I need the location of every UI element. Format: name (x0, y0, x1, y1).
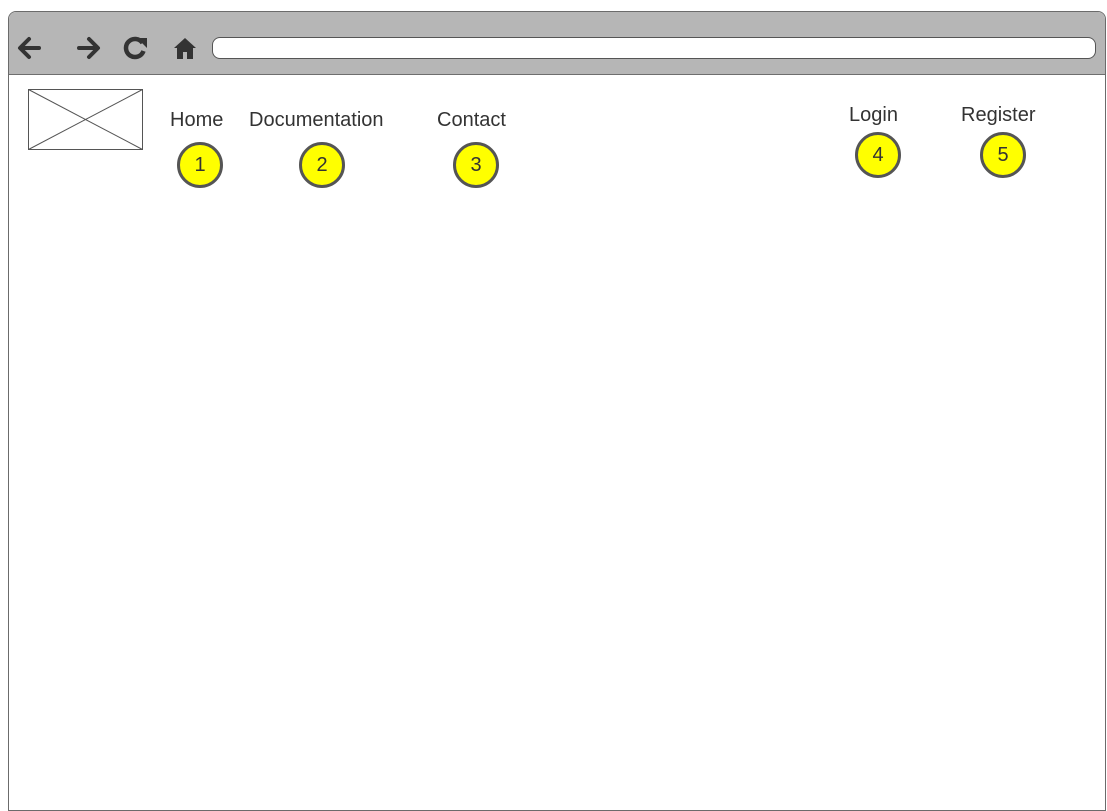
register-link[interactable]: Register (961, 103, 1035, 127)
address-bar[interactable] (212, 37, 1096, 59)
home-icon[interactable] (171, 34, 199, 62)
image-placeholder-icon (28, 89, 143, 150)
arrow-right-icon[interactable] (75, 34, 103, 62)
annotation-marker-3: 3 (453, 142, 499, 188)
reload-icon[interactable] (121, 34, 149, 62)
annotation-marker-2: 2 (299, 142, 345, 188)
browser-toolbar (9, 12, 1105, 75)
login-link[interactable]: Login (849, 103, 898, 127)
nav-documentation-link[interactable]: Documentation (249, 108, 384, 132)
nav-home-link[interactable]: Home (170, 108, 223, 132)
nav-contact-link[interactable]: Contact (437, 108, 506, 132)
annotation-marker-4: 4 (855, 132, 901, 178)
annotation-marker-1: 1 (177, 142, 223, 188)
annotation-marker-5: 5 (980, 132, 1026, 178)
arrow-left-icon[interactable] (15, 34, 43, 62)
